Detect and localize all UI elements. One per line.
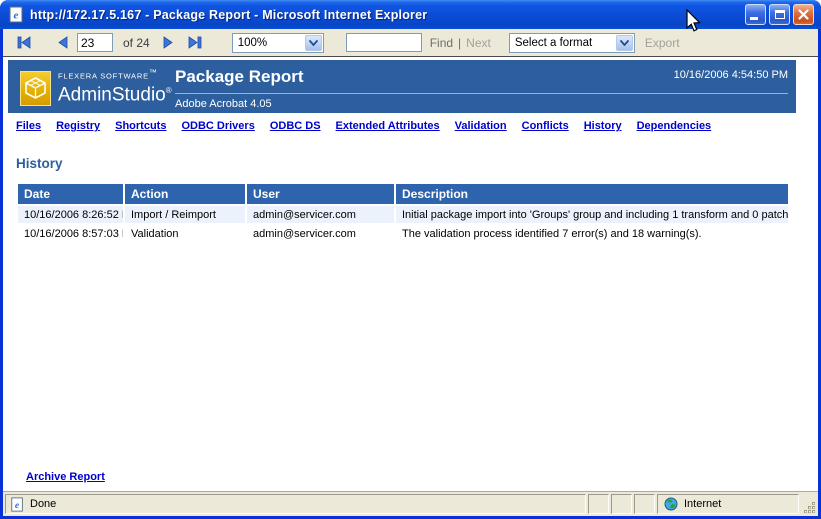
nav-link-history[interactable]: History [584,120,622,132]
maximize-button[interactable] [769,4,790,25]
zone-text: Internet [684,498,721,510]
zoom-select[interactable]: 100% [232,33,324,53]
next-page-button[interactable] [160,34,177,51]
section-nav: Files Registry Shortcuts ODBC Drivers OD… [16,120,711,132]
column-header-description: Description [396,184,788,204]
title-bar[interactable]: e http://172.17.5.167 - Package Report -… [0,0,821,29]
history-table: Date Action User Description 10/16/2006 … [16,182,790,244]
window-frame: of 24 100% Find | Next [0,29,821,519]
ie-document-icon: e [8,6,25,23]
brand-large-label: AdminStudio [58,84,166,105]
table-header-row: Date Action User Description [18,184,788,204]
first-page-icon [17,36,31,49]
status-panel-empty [611,494,632,514]
minimize-button[interactable] [745,4,766,25]
cell-user: admin@servicer.com [247,206,394,223]
page-title: Package Report [175,67,304,87]
report-toolbar: of 24 100% Find | Next [3,29,818,57]
browser-window: e http://172.17.5.167 - Package Report -… [0,0,821,519]
next-page-icon [163,36,173,49]
chevron-down-icon [305,35,322,51]
globe-icon [664,497,678,511]
window-title: http://172.17.5.167 - Package Report - M… [30,8,745,22]
report-timestamp: 10/16/2006 4:54:50 PM [674,69,788,81]
table-row: 10/16/2006 8:26:52 PM Import / Reimport … [18,206,788,223]
adminstudio-logo: FLEXERA SOFTWARE™ AdminStudio® [20,68,172,106]
status-panel-empty [588,494,609,514]
minimize-icon [750,17,758,20]
svg-text:e: e [14,10,19,22]
nav-link-files[interactable]: Files [16,120,41,132]
cell-action: Import / Reimport [125,206,245,223]
find-button[interactable]: Find [430,36,453,50]
export-button[interactable]: Export [645,36,680,50]
previous-page-button[interactable] [54,34,71,51]
nav-link-shortcuts[interactable]: Shortcuts [115,120,166,132]
maximize-icon [775,10,785,19]
column-header-date: Date [18,184,123,204]
status-panel-empty [634,494,655,514]
cell-date: 10/16/2006 8:26:52 PM [18,206,123,223]
column-header-user: User [247,184,394,204]
export-format-value: Select a format [510,37,616,49]
nav-link-odbc-ds[interactable]: ODBC DS [270,120,321,132]
resize-grip[interactable] [801,494,816,514]
window-controls [745,4,814,25]
close-icon [798,9,809,20]
last-page-icon [188,36,202,49]
export-format-select[interactable]: Select a format [509,33,635,53]
page-number-input[interactable] [77,33,113,52]
brand-small-label: FLEXERA SOFTWARE [58,72,149,81]
close-button[interactable] [793,4,814,25]
nav-link-extended-attributes[interactable]: Extended Attributes [336,120,440,132]
cell-date: 10/16/2006 8:57:03 PM [18,225,123,242]
nav-link-dependencies[interactable]: Dependencies [637,120,712,132]
adminstudio-cube-icon [20,71,51,106]
status-bar: e Done Internet [3,491,818,516]
section-heading-history: History [16,156,63,171]
nav-link-conflicts[interactable]: Conflicts [522,120,569,132]
trademark-symbol: ™ [149,68,158,77]
status-text: Done [30,498,56,510]
archive-report-link[interactable]: Archive Report [26,471,105,483]
svg-text:e: e [15,500,20,511]
page-count-label: of 24 [123,36,150,50]
find-text-input[interactable] [346,33,422,52]
column-header-action: Action [125,184,245,204]
report-header-band: FLEXERA SOFTWARE™ AdminStudio® Package R… [8,60,796,113]
cell-description: Initial package import into 'Groups' gro… [396,206,788,223]
package-name: Adobe Acrobat 4.05 [175,98,272,110]
chevron-down-icon [616,35,633,51]
cell-user: admin@servicer.com [247,225,394,242]
zoom-value: 100% [233,37,305,49]
nav-link-odbc-drivers[interactable]: ODBC Drivers [181,120,254,132]
find-next-divider: | [458,36,461,50]
nav-link-registry[interactable]: Registry [56,120,100,132]
previous-page-icon [58,36,68,49]
nav-link-validation[interactable]: Validation [455,120,507,132]
header-divider [175,93,788,94]
cell-description: The validation process identified 7 erro… [396,225,788,242]
security-zone-panel: Internet [657,494,799,514]
report-page: FLEXERA SOFTWARE™ AdminStudio® Package R… [3,57,818,491]
last-page-button[interactable] [187,34,204,51]
ie-page-icon: e [10,497,25,512]
find-next-button[interactable]: Next [466,36,491,50]
cell-action: Validation [125,225,245,242]
registered-symbol: ® [166,86,172,95]
table-row: 10/16/2006 8:57:03 PM Validation admin@s… [18,225,788,242]
first-page-button[interactable] [15,34,32,51]
status-panel: e Done [5,494,586,514]
